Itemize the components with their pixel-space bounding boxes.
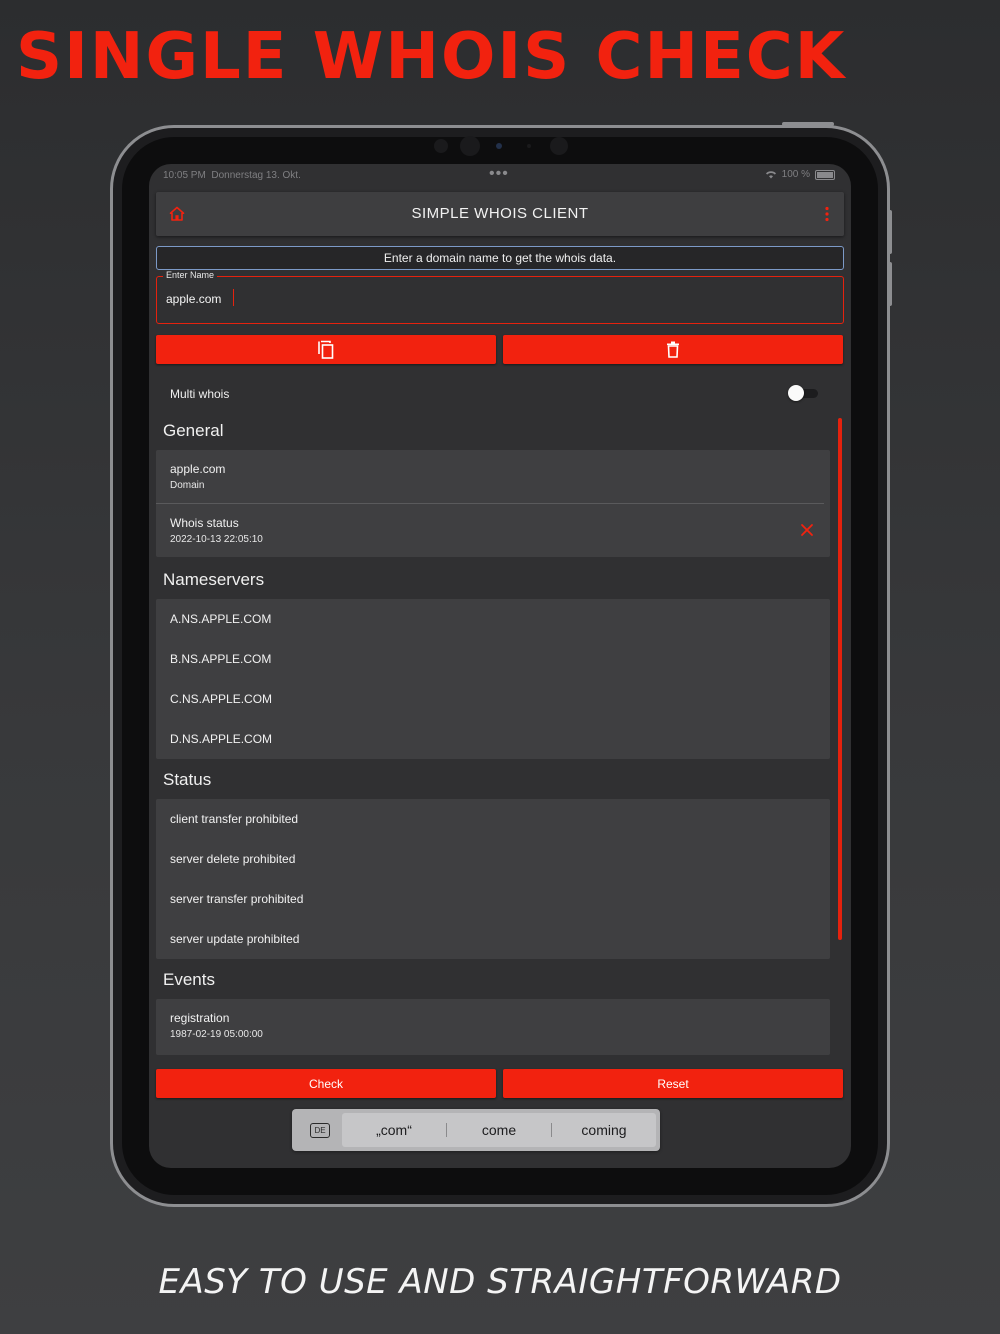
list-item-nameserver: A.NS.APPLE.COM [170, 612, 272, 626]
scrollbar[interactable] [838, 418, 842, 940]
suggestion-word[interactable]: „com“ [342, 1122, 446, 1138]
event-name: registration [170, 1011, 230, 1025]
keyboard-suggestion-bar: DE „com“ come coming [292, 1109, 660, 1151]
list-item-nameserver: C.NS.APPLE.COM [170, 692, 273, 706]
list-item-nameserver: D.NS.APPLE.COM [170, 732, 273, 746]
copy-button[interactable] [156, 335, 496, 364]
name-field[interactable]: Enter Name [156, 270, 844, 324]
battery-icon [815, 169, 835, 180]
domain-label: Domain [170, 480, 205, 491]
event-date: 1987-02-19 05:00:00 [170, 1029, 263, 1040]
info-banner: Enter a domain name to get the whois dat… [156, 246, 844, 270]
promo-tagline: EASY TO USE AND STRAIGHTFORWARD [158, 1262, 842, 1302]
list-item-nameserver: B.NS.APPLE.COM [170, 652, 272, 666]
domain-input[interactable] [166, 289, 826, 309]
app-screen: 10:05 PM Donnerstag 13. Okt. ••• 100 % S… [149, 164, 851, 1168]
list-item-status: server delete prohibited [170, 852, 296, 866]
general-card: apple.com Domain Whois status 2022-10-13… [156, 450, 830, 557]
name-field-label: Enter Name [163, 270, 218, 280]
nameservers-card: A.NS.APPLE.COM B.NS.APPLE.COM C.NS.APPLE… [156, 599, 830, 759]
status-card: client transfer prohibited server delete… [156, 799, 830, 959]
language-switch-icon[interactable]: DE [310, 1123, 330, 1138]
wifi-icon [765, 171, 776, 179]
multi-whois-toggle[interactable] [788, 385, 820, 401]
list-item-status: client transfer prohibited [170, 812, 299, 826]
list-item-event: registration 1987-02-19 05:00:00 [156, 999, 830, 1052]
toggle-knob [788, 385, 804, 401]
app-bar: SIMPLE WHOIS CLIENT [156, 192, 844, 236]
domain-value: apple.com [170, 462, 226, 476]
app-title: SIMPLE WHOIS CLIENT [411, 205, 589, 222]
whois-status-label: Whois status [170, 516, 239, 530]
trash-icon [667, 341, 679, 358]
multi-whois-row: Multi whois [156, 378, 842, 408]
camera-lens [460, 136, 480, 156]
more-vert-icon[interactable] [824, 206, 830, 222]
suggestion-word[interactable]: coming [552, 1122, 656, 1138]
camera-dot-small [527, 144, 531, 148]
section-title-status: Status [163, 770, 212, 789]
check-button[interactable]: Check [156, 1069, 496, 1098]
suggestion-words: „com“ come coming [342, 1113, 656, 1147]
multitask-dots-icon[interactable]: ••• [489, 165, 509, 183]
multi-whois-label: Multi whois [170, 387, 230, 401]
status-time: 10:05 PM Donnerstag 13. Okt. [163, 170, 301, 181]
promo-headline: SINGLE WHOIS CHECK [16, 20, 847, 94]
delete-button[interactable] [503, 335, 843, 364]
camera-sensor [496, 143, 502, 149]
whois-result-list: General apple.com Domain Whois status 20… [156, 412, 830, 1057]
text-caret [233, 289, 234, 306]
list-item-whois-status: Whois status 2022-10-13 22:05:10 [156, 504, 830, 557]
section-title-general: General [163, 421, 224, 440]
whois-status-time: 2022-10-13 22:05:10 [170, 534, 263, 545]
copy-icon [318, 340, 334, 359]
list-item-status: server update prohibited [170, 932, 300, 946]
camera-dot [434, 139, 448, 153]
list-item-domain: apple.com Domain [156, 450, 830, 503]
status-right: 100 % [765, 169, 835, 180]
section-title-events: Events [163, 970, 215, 989]
suggestion-word[interactable]: come [447, 1122, 551, 1138]
close-icon[interactable] [800, 523, 814, 537]
list-item-status: server transfer prohibited [170, 892, 304, 906]
battery-percent: 100 % [781, 169, 810, 180]
camera-lens-right [550, 137, 568, 155]
section-title-nameservers: Nameservers [163, 570, 265, 589]
events-card: registration 1987-02-19 05:00:00 [156, 999, 830, 1055]
reset-button[interactable]: Reset [503, 1069, 843, 1098]
status-bar: 10:05 PM Donnerstag 13. Okt. ••• 100 % [149, 164, 851, 186]
